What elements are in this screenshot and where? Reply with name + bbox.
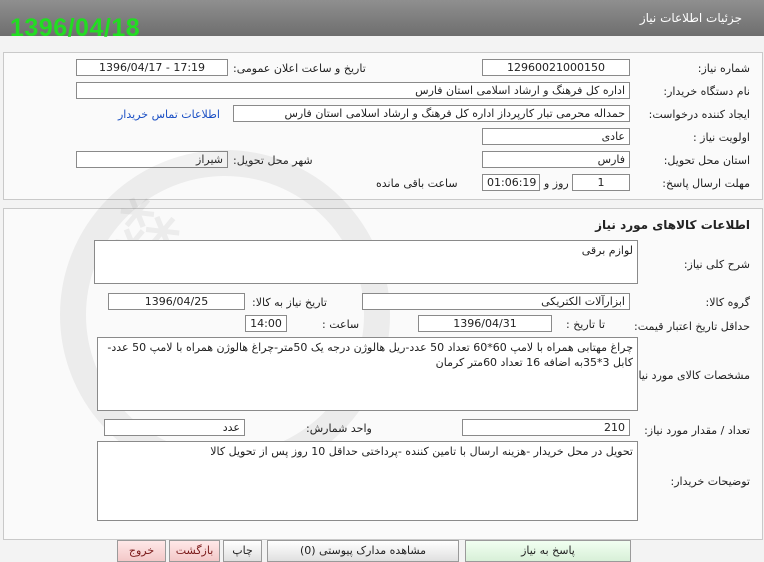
contact-info-link[interactable]: اطلاعات تماس خریدار (118, 108, 220, 121)
days-word: روز و (544, 177, 569, 190)
buyer-desc-field[interactable]: تحویل در محل خریدار -هزینه ارسال با تامی… (97, 441, 638, 521)
need-date-label: تاریخ نیاز به کالا: (252, 296, 327, 309)
remaining-word: ساعت باقی مانده (376, 177, 458, 190)
deadline-time-field[interactable]: 01:06:19 (482, 174, 540, 191)
buyer-label: نام دستگاه خریدار: (663, 85, 750, 98)
attachments-button[interactable]: مشاهده مدارک پیوستی (0) (267, 540, 459, 562)
goods-section-title: اطلاعات کالاهای مورد نیاز (595, 218, 750, 232)
to-date-label: تا تاریخ : (566, 318, 605, 331)
min-price-label: حداقل تاریخ اعتبار قیمت: (634, 320, 750, 333)
need-number-field[interactable]: 1296002100015‎0 (482, 59, 630, 76)
priority-label: اولویت نیاز : (692, 131, 750, 144)
qty-label: تعداد / مقدار مورد نیاز: (644, 424, 750, 437)
unit-label: واحد شمارش: (306, 422, 372, 435)
creator-label: ایجاد کننده درخواست: (648, 108, 750, 121)
date-stamp: 1396/04/18 (10, 14, 141, 42)
unit-field[interactable]: عدد (104, 419, 245, 436)
deadline-days-field[interactable]: 1 (572, 174, 630, 191)
window-title: جزئیات اطلاعات نیاز (639, 11, 742, 25)
spec-label: مشخصات کالای مورد نیاز: (629, 369, 750, 382)
deadline-label: مهلت ارسال پاسخ: (662, 177, 750, 190)
announce-field[interactable]: 1396/04/17 - 17:19 (76, 59, 228, 76)
to-date-field[interactable]: 1396/04/31 (418, 315, 552, 332)
reply-button[interactable]: پاسخ به نیاز (465, 540, 631, 562)
need-number-label: شماره نیاز: (697, 62, 750, 75)
spec-field[interactable]: چراغ مهتابی همراه با لامپ 60*60 تعداد 50… (97, 337, 638, 411)
general-desc-label: شرح کلی نیاز: (683, 258, 750, 271)
announce-label: تاریخ و ساعت اعلان عمومی: (233, 62, 366, 75)
print-button[interactable]: چاپ (223, 540, 262, 562)
buyer-desc-label: توضیحات خریدار: (670, 475, 751, 488)
qty-field[interactable]: 210 (462, 419, 630, 436)
province-field[interactable]: فارس (482, 151, 630, 168)
general-desc-field[interactable]: لوازم برقی (94, 240, 638, 284)
creator-field[interactable]: حمداله محرمی تبار کارپرداز اداره کل فرهن… (233, 105, 630, 122)
priority-field[interactable]: عادی (482, 128, 630, 145)
hour-field[interactable]: 14:00 (245, 315, 287, 332)
back-button[interactable]: بازگشت (169, 540, 220, 562)
hour-label: ساعت : (322, 318, 360, 331)
buyer-field[interactable]: اداره کل فرهنگ و ارشاد اسلامی استان فارس (76, 82, 630, 99)
province-label: استان محل تحویل: (663, 154, 750, 167)
group-field[interactable]: ابزارآلات الکتریکی (362, 293, 630, 310)
need-date-field[interactable]: 1396/04/25 (108, 293, 245, 310)
exit-button[interactable]: خروج (117, 540, 166, 562)
group-label: گروه کالا: (705, 296, 750, 309)
